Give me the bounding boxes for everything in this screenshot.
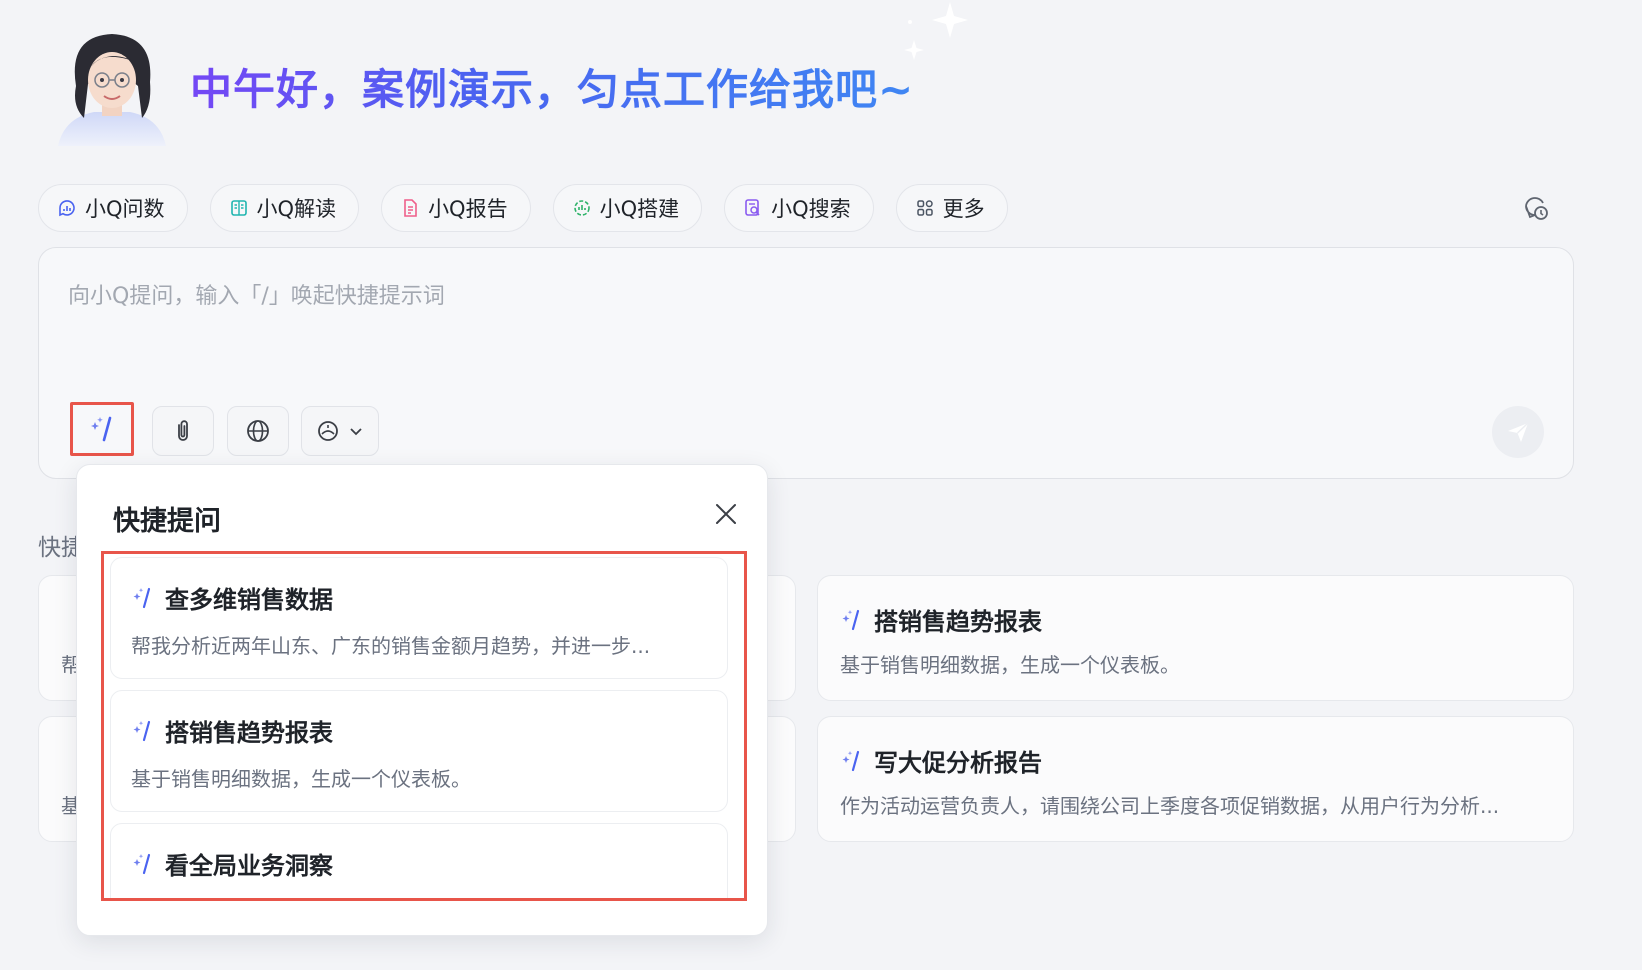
send-button[interactable] bbox=[1492, 406, 1544, 458]
popup-title: 快捷提问 bbox=[113, 506, 221, 537]
send-icon bbox=[1508, 422, 1529, 442]
chip-ask-data[interactable]: 小Q问数 bbox=[38, 184, 188, 232]
attach-button[interactable] bbox=[152, 406, 214, 456]
quick-card-title-text: 搭销售趋势报表 bbox=[874, 608, 1042, 636]
globe-icon bbox=[247, 420, 269, 442]
chip-more[interactable]: 更多 bbox=[895, 184, 1008, 232]
magic-wand-icon bbox=[133, 853, 151, 874]
read-icon bbox=[230, 200, 247, 216]
build-icon bbox=[573, 200, 590, 216]
quick-prompt-desc: 基于销售明细数据，生成一个仪表板。 bbox=[131, 767, 471, 791]
magic-wand-icon bbox=[133, 720, 151, 741]
paperclip-icon bbox=[178, 420, 188, 441]
chat-data-icon bbox=[59, 200, 75, 217]
close-icon[interactable] bbox=[713, 501, 739, 527]
assistant-avatar bbox=[54, 26, 170, 146]
quick-card-desc: 作为活动运营负责人，请围绕公司上季度各项促销数据，从用户行为分析... bbox=[840, 794, 1500, 818]
chat-history-icon[interactable] bbox=[1522, 194, 1550, 222]
quick-prompt-desc: 帮我分析近两年山东、广东的销售金额月趋势，并进一步... bbox=[131, 634, 651, 658]
quick-prompt-title: 查多维销售数据 bbox=[131, 580, 333, 615]
quick-prompt-item[interactable]: 搭销售趋势报表 基于销售明细数据，生成一个仪表板。 bbox=[110, 690, 728, 812]
report-icon bbox=[404, 199, 417, 217]
web-search-button[interactable] bbox=[227, 406, 289, 456]
quick-card[interactable]: 搭销售趋势报表 基于销售明细数据，生成一个仪表板。 bbox=[817, 575, 1574, 701]
quick-prompt-popup: 快捷提问 查多维销售数据 帮我分析近两年山东、广东的销售金额月趋势，并进一步..… bbox=[76, 464, 768, 936]
search-doc-icon bbox=[745, 199, 760, 216]
chip-label: 小Q问数 bbox=[85, 197, 165, 221]
chip-label: 更多 bbox=[942, 197, 985, 221]
prompt-input-placeholder[interactable]: 向小Q提问，输入「/」唤起快捷提示词 bbox=[68, 278, 445, 310]
model-select-button[interactable] bbox=[301, 406, 379, 456]
greeting-title: 中午好，案例演示，匀点工作给我吧~ bbox=[190, 56, 914, 117]
chip-label: 小Q搜索 bbox=[771, 197, 851, 221]
quick-prompt-item[interactable]: 看全局业务洞察 bbox=[110, 823, 728, 898]
quick-card-title: 写大促分析报告 bbox=[840, 743, 1042, 778]
chip-interpret[interactable]: 小Q解读 bbox=[209, 184, 360, 232]
magic-wand-icon bbox=[91, 416, 112, 442]
quick-prompt-title-text: 看全局业务洞察 bbox=[165, 852, 333, 880]
feature-chips: 小Q问数 小Q解读 小Q报告 小Q搭建 小Q搜索 更多 bbox=[38, 184, 1008, 232]
quick-prompt-title-text: 搭销售趋势报表 bbox=[165, 719, 333, 747]
quick-card-title-text: 写大促分析报告 bbox=[874, 749, 1042, 777]
model-icon bbox=[318, 421, 338, 441]
quick-card[interactable]: 写大促分析报告 作为活动运营负责人，请围绕公司上季度各项促销数据，从用户行为分析… bbox=[817, 716, 1574, 842]
grid-icon bbox=[916, 200, 933, 216]
magic-wand-icon bbox=[133, 587, 151, 608]
magic-wand-icon bbox=[842, 609, 860, 630]
chip-label: 小Q解读 bbox=[256, 197, 337, 221]
sparkle-decoration-icon bbox=[904, 0, 972, 72]
quick-prompt-title: 看全局业务洞察 bbox=[131, 846, 333, 881]
chip-label: 小Q报告 bbox=[428, 197, 508, 221]
chip-build[interactable]: 小Q搭建 bbox=[552, 184, 703, 232]
chevron-down-icon bbox=[350, 428, 362, 436]
quick-card-title: 搭销售趋势报表 bbox=[840, 602, 1042, 637]
chip-report[interactable]: 小Q报告 bbox=[381, 184, 531, 232]
quick-prompt-title-text: 查多维销售数据 bbox=[165, 586, 333, 614]
quick-prompt-list: 查多维销售数据 帮我分析近两年山东、广东的销售金额月趋势，并进一步... 搭销售… bbox=[101, 551, 747, 901]
chip-search[interactable]: 小Q搜索 bbox=[724, 184, 874, 232]
quick-prompt-item[interactable]: 查多维销售数据 帮我分析近两年山东、广东的销售金额月趋势，并进一步... bbox=[110, 557, 728, 679]
chip-label: 小Q搭建 bbox=[599, 197, 680, 221]
quick-card-desc: 基于销售明细数据，生成一个仪表板。 bbox=[840, 653, 1180, 677]
magic-wand-icon bbox=[842, 750, 860, 771]
quick-prompt-title: 搭销售趋势报表 bbox=[131, 713, 333, 748]
quick-prompt-button[interactable] bbox=[70, 402, 134, 456]
